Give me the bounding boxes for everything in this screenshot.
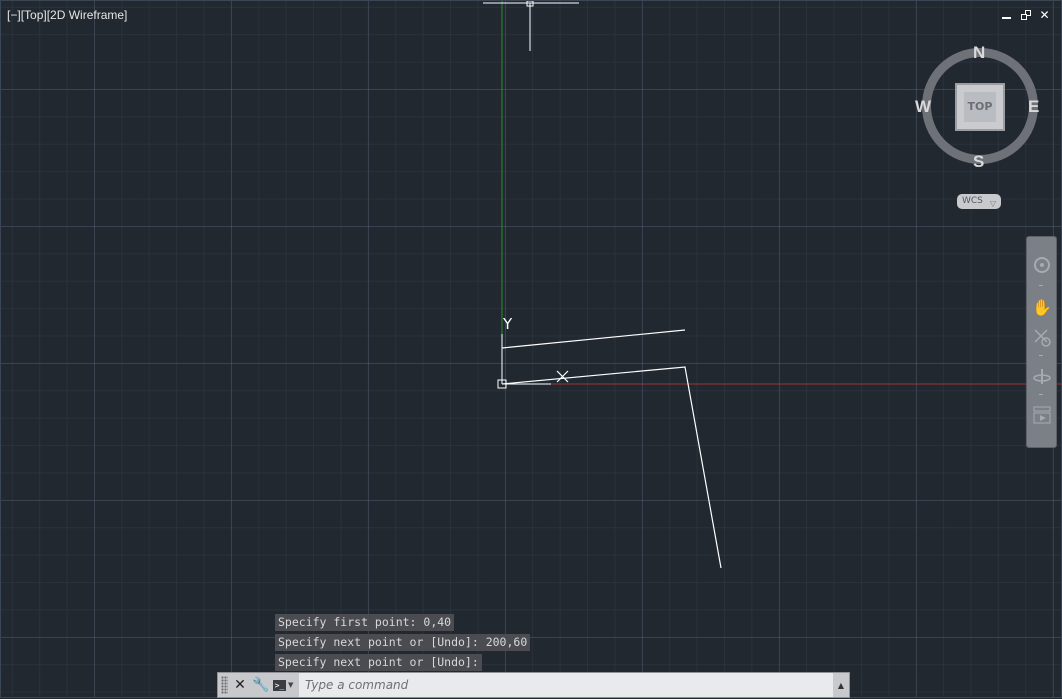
showmotion-button[interactable]	[1030, 403, 1054, 427]
orbit-icon	[1033, 369, 1051, 384]
ucs-x-marker	[556, 370, 569, 383]
viewcube-face-label: TOP	[964, 92, 996, 122]
steering-wheel-icon	[1034, 257, 1050, 273]
drawing-viewport[interactable]: Y [−][Top][2D Wireframe] ✕ N S E W TOP W…	[0, 0, 1062, 698]
nav-separator	[1039, 394, 1043, 395]
command-history-line: Specify next point or [Undo]: 200,60	[275, 634, 531, 651]
restore-button[interactable]	[1019, 9, 1032, 22]
close-button[interactable]: ✕	[1038, 9, 1051, 22]
recent-commands-button[interactable]: >_ ▼	[273, 675, 299, 695]
orbit-button[interactable]	[1030, 364, 1054, 388]
crosshair-cursor	[483, 1, 579, 51]
line-segment-upper[interactable]	[501, 329, 686, 349]
close-command-line-button[interactable]: ✕	[231, 675, 249, 695]
view-menu[interactable]: [Top]	[21, 8, 47, 22]
wrench-icon: 🔧	[252, 677, 270, 693]
visual-style-menu[interactable]: [2D Wireframe]	[47, 8, 128, 22]
chevron-down-icon: ▽	[989, 199, 996, 208]
hand-icon: ✋	[1032, 297, 1052, 317]
restore-icon	[1020, 10, 1031, 20]
drag-handle-icon[interactable]	[221, 676, 228, 694]
steering-wheel-button[interactable]	[1030, 253, 1054, 277]
compass-west[interactable]: W	[915, 97, 931, 117]
viewcube-top-face[interactable]: TOP	[955, 83, 1005, 131]
nav-separator	[1039, 355, 1043, 356]
drawing-canvas[interactable]: Y	[1, 1, 1062, 699]
command-prompt-icon: >_	[273, 679, 286, 691]
command-line: ✕ 🔧 >_ ▼ ▲	[217, 672, 850, 698]
caret-down-icon: ▼	[288, 681, 294, 689]
polyline-in-progress[interactable]	[501, 366, 722, 569]
customize-button[interactable]: 🔧	[252, 675, 270, 695]
showmotion-icon	[1033, 406, 1051, 424]
close-icon: ✕	[234, 677, 246, 693]
minimize-icon	[1002, 17, 1011, 19]
viewport-window-controls: ✕	[1000, 9, 1051, 22]
ucs-menu-label: WCS	[962, 196, 983, 206]
command-history-line: Specify next point or [Undo]:	[275, 654, 482, 671]
command-input[interactable]	[299, 673, 833, 697]
ucs-menu[interactable]: WCS ▽	[957, 194, 1001, 209]
command-history-line: Specify first point: 0,40	[275, 614, 455, 631]
zoom-extents-button[interactable]	[1030, 325, 1054, 349]
caret-up-icon: ▲	[837, 680, 845, 690]
minimize-button[interactable]	[1000, 9, 1013, 22]
ucs-y-label: Y	[502, 315, 513, 333]
nav-separator	[1039, 285, 1043, 286]
zoom-icon	[1034, 329, 1051, 347]
viewport-controls-menu[interactable]: [−]	[7, 8, 21, 22]
command-history-toggle[interactable]: ▲	[833, 674, 849, 696]
navigation-bar: ✋	[1026, 236, 1057, 448]
compass-east[interactable]: E	[1028, 97, 1039, 117]
pan-button[interactable]: ✋	[1030, 295, 1054, 319]
viewport-controls-label: [−][Top][2D Wireframe]	[7, 8, 127, 22]
compass-south[interactable]: S	[973, 152, 984, 172]
compass-north[interactable]: N	[973, 43, 985, 63]
viewcube[interactable]: N S E W TOP	[915, 41, 1045, 176]
